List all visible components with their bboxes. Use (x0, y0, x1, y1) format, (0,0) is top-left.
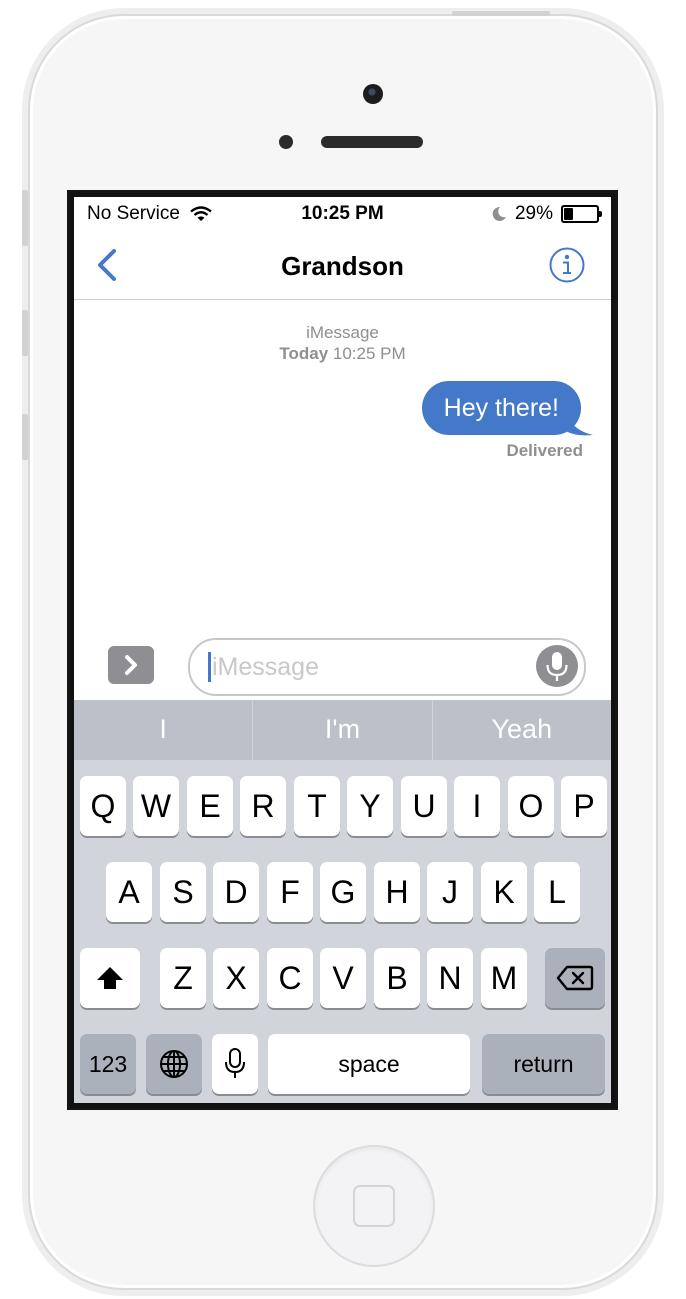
key-j[interactable]: J (427, 862, 473, 922)
key-f[interactable]: F (267, 862, 313, 922)
status-bar: No Service 10:25 PM 29% (74, 197, 611, 231)
key-r[interactable]: R (240, 776, 286, 836)
key-y[interactable]: Y (347, 776, 393, 836)
key-h[interactable]: H (374, 862, 420, 922)
microphone-icon (546, 652, 568, 681)
numbers-key[interactable]: 123 (80, 1034, 136, 1094)
delivery-status: Delivered (506, 441, 583, 460)
key-u[interactable]: U (401, 776, 447, 836)
key-t[interactable]: T (294, 776, 340, 836)
messages-app: No Service 10:25 PM 29% Grandson iMessag… (74, 197, 611, 1103)
proximity-sensor (279, 135, 293, 149)
key-s[interactable]: S (160, 862, 206, 922)
screen: No Service 10:25 PM 29% Grandson iMessag… (67, 190, 618, 1110)
dictation-key[interactable] (212, 1034, 258, 1094)
dictation-button[interactable] (536, 645, 578, 687)
battery-icon (561, 205, 602, 223)
suggestion-1[interactable]: I (74, 700, 252, 760)
globe-icon (160, 1050, 188, 1078)
globe-key[interactable] (146, 1034, 202, 1094)
battery-level (564, 208, 573, 220)
key-m[interactable]: M (481, 948, 527, 1008)
volume-down-button[interactable] (22, 414, 28, 460)
key-o[interactable]: O (508, 776, 554, 836)
mute-switch[interactable] (22, 190, 28, 246)
home-button[interactable] (313, 1145, 435, 1267)
key-n[interactable]: N (427, 948, 473, 1008)
key-x[interactable]: X (213, 948, 259, 1008)
text-caret (208, 652, 211, 682)
keyboard: I I'm Yeah Q W E R T Y U I O P A S D F G… (74, 700, 611, 1103)
key-g[interactable]: G (320, 862, 366, 922)
shift-icon (97, 967, 123, 989)
chevron-right-icon (125, 655, 137, 675)
suggestion-2[interactable]: I'm (253, 700, 431, 760)
battery-tip (599, 211, 602, 217)
key-c[interactable]: C (267, 948, 313, 1008)
navigation-bar: Grandson (74, 231, 611, 300)
key-b[interactable]: B (374, 948, 420, 1008)
app-drawer-button[interactable] (108, 646, 154, 684)
thread-header: iMessage Today 10:25 PM (74, 322, 611, 364)
timestamp-day: Today (279, 344, 329, 363)
conversation-title[interactable]: Grandson (74, 251, 611, 282)
message-input-placeholder: iMessage (212, 653, 319, 681)
power-button[interactable] (452, 11, 550, 16)
key-k[interactable]: K (481, 862, 527, 922)
volume-up-button[interactable] (22, 310, 28, 356)
battery-percent: 29% (514, 203, 553, 224)
message-input[interactable]: iMessage (188, 638, 586, 696)
key-w[interactable]: W (133, 776, 179, 836)
moon-icon (492, 206, 506, 221)
return-key[interactable]: return (482, 1034, 605, 1094)
key-p[interactable]: P (561, 776, 607, 836)
earpiece-speaker (321, 136, 423, 148)
status-right: 29% (491, 203, 602, 225)
key-a[interactable]: A (106, 862, 152, 922)
service-label: iMessage (306, 323, 379, 342)
backspace-key[interactable] (545, 948, 605, 1008)
predictive-bar: I I'm Yeah (74, 700, 611, 760)
info-icon[interactable] (549, 247, 585, 283)
thread-timestamp: Today 10:25 PM (74, 343, 611, 364)
key-i[interactable]: I (454, 776, 500, 836)
key-q[interactable]: Q (80, 776, 126, 836)
timestamp-time: 10:25 PM (332, 344, 406, 363)
key-e[interactable]: E (187, 776, 233, 836)
shift-key[interactable] (80, 948, 140, 1008)
key-l[interactable]: L (534, 862, 580, 922)
front-camera (363, 84, 383, 104)
key-v[interactable]: V (320, 948, 366, 1008)
space-key[interactable]: space (268, 1034, 470, 1094)
backspace-icon (556, 965, 594, 991)
key-z[interactable]: Z (160, 948, 206, 1008)
key-d[interactable]: D (213, 862, 259, 922)
home-button-square-icon (353, 1185, 395, 1227)
microphone-icon (225, 1048, 245, 1078)
suggestion-3[interactable]: Yeah (433, 700, 611, 760)
message-bubble-outgoing[interactable]: Hey there! (421, 381, 581, 435)
